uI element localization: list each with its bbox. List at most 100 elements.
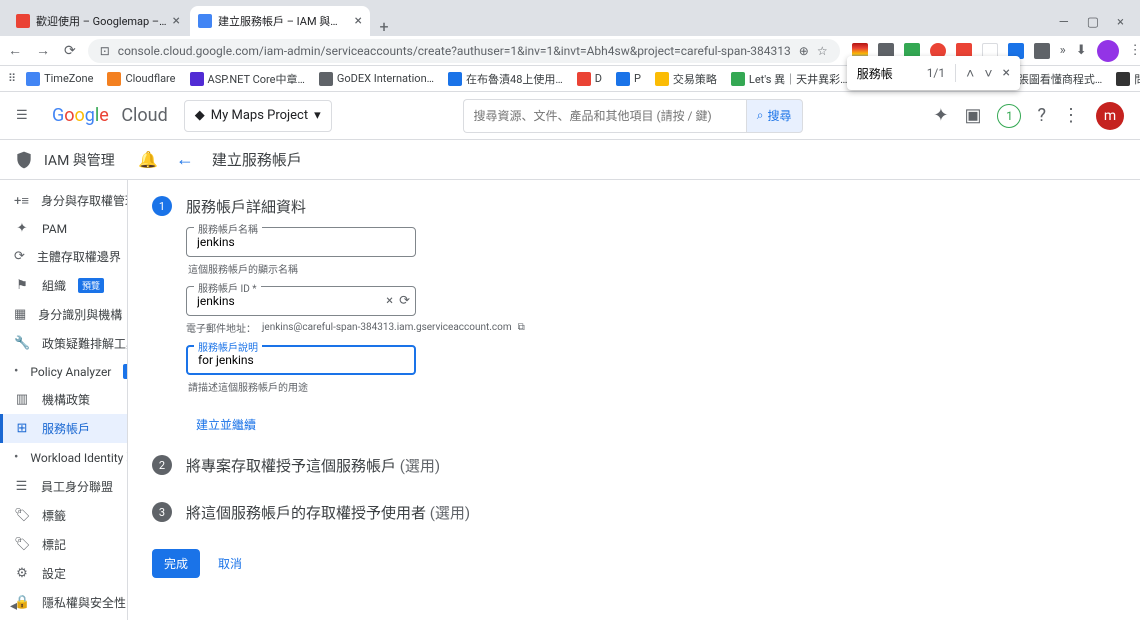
step-number-3: 3	[152, 502, 172, 522]
collapse-sidebar-icon[interactable]: ◂	[10, 598, 17, 614]
sidebar-item[interactable]: ⚙ 設定	[0, 559, 127, 588]
menu-icon[interactable]: ⋮	[1129, 43, 1140, 58]
clear-icon[interactable]: ×	[386, 294, 393, 309]
nav-label: 機構政策	[42, 391, 90, 408]
nav-label: 組織	[42, 277, 66, 294]
nav-label: 政策疑難排解工具	[42, 335, 128, 352]
bookmark-item[interactable]: 問題 - HackMD	[1112, 69, 1140, 89]
sidebar-item[interactable]: •Workload Identity 聯盟	[0, 443, 127, 472]
nav-icon: ▥	[14, 392, 30, 407]
close-window-icon[interactable]: ×	[1117, 15, 1124, 30]
search-button[interactable]: ⌕ 搜尋	[746, 99, 803, 133]
url-input[interactable]: ⊡ console.cloud.google.com/iam-admin/ser…	[88, 39, 840, 63]
sidebar-item[interactable]: 🔧 政策疑難排解工具	[0, 329, 127, 358]
tab-favicon	[198, 14, 212, 28]
gcp-header: ☰ Google Cloud ◆ My Maps Project ▾ ⌕ 搜尋 …	[0, 92, 1140, 140]
window-controls: — ▢ ×	[1051, 15, 1132, 36]
nav-label: 主體存取權邊界	[37, 248, 121, 265]
notifications-badge[interactable]: 1	[997, 104, 1021, 128]
sidebar-item[interactable]: 🔒隱私權與安全性	[0, 588, 127, 617]
bookmark-item[interactable]: GoDEX Internation…	[315, 70, 438, 88]
gcp-logo[interactable]: Google Cloud	[52, 105, 168, 126]
close-icon[interactable]: ×	[173, 13, 180, 29]
create-and-continue-button[interactable]: 建立並繼續	[186, 410, 266, 439]
sidebar-item[interactable]: ⟳ 主體存取權邊界	[0, 242, 127, 271]
nav-icon: •	[14, 364, 18, 379]
bookmark-item[interactable]: D	[573, 70, 606, 88]
nav-label: 設定	[42, 565, 66, 582]
cancel-button[interactable]: 取消	[210, 549, 250, 578]
translate-icon[interactable]: ⊕	[799, 44, 809, 58]
nav-icon: 🏷	[14, 508, 30, 523]
refresh-icon[interactable]: ⟳	[399, 294, 410, 309]
find-input[interactable]	[857, 66, 917, 80]
find-next-icon[interactable]: ˅	[984, 65, 992, 82]
step2-title[interactable]: 將專案存取權授予這個服務帳戶 (選用)	[186, 455, 1116, 476]
nav-icon: ☰	[14, 479, 29, 494]
bookmark-item[interactable]: Let's 異｜天井異彩…	[727, 69, 852, 89]
nav-label: PAM	[42, 222, 67, 236]
nav-icon: ▦	[14, 307, 26, 322]
nav-icon: ⚙	[14, 566, 30, 581]
sidebar-item[interactable]: +≡ 身分與存取權管理	[0, 186, 127, 215]
nav-icon: +≡	[14, 193, 29, 209]
search-input[interactable]	[463, 99, 746, 133]
sidebar-item[interactable]: ▥ 機構政策	[0, 385, 127, 414]
name-label: 服務帳戶名稱	[194, 221, 262, 236]
sidebar-item[interactable]: ▦身分識別與機構	[0, 300, 127, 329]
sidebar-item[interactable]: 🏷標記	[0, 530, 127, 559]
sidebar-item[interactable]: •Policy Analyzer預覽	[0, 358, 127, 385]
sidebar: +≡ 身分與存取權管理 ✦PAM ⟳ 主體存取權邊界 ⚑組織預覽▦身分識別與機構 🔧 政策疑難…	[0, 180, 128, 620]
step-number-2: 2	[152, 455, 172, 475]
back-icon[interactable]: ←	[8, 42, 22, 59]
account-icon[interactable]	[1097, 40, 1119, 62]
bookmark-item[interactable]: 在布魯漬48上使用…	[444, 69, 567, 89]
download-icon[interactable]: ⬇	[1076, 43, 1087, 58]
apps-icon[interactable]: ⠿	[8, 72, 16, 85]
nav-icon: ⟳	[14, 249, 25, 264]
nav-label: 身分與存取權管理	[41, 192, 128, 209]
back-arrow-icon[interactable]: ←	[176, 149, 194, 170]
step1-title: 服務帳戶詳細資料	[186, 196, 1116, 217]
site-info-icon[interactable]: ⊡	[100, 44, 110, 58]
bookmark-icon[interactable]: ☆	[817, 44, 828, 58]
project-name: My Maps Project	[211, 108, 308, 123]
ext-icon[interactable]	[1034, 43, 1050, 59]
nav-icon: 🔧	[14, 336, 30, 351]
bookmark-item[interactable]: P	[612, 70, 645, 88]
gemini-icon[interactable]: ✦	[933, 105, 948, 126]
browser-tab-1[interactable]: 建立服務帳戶 – IAM 與管理 – … ×	[190, 6, 370, 36]
browser-tab-0[interactable]: 歡迎使用 – Googlemap – Goo… ×	[8, 6, 188, 36]
nav-menu-icon[interactable]: ☰	[16, 108, 36, 123]
close-icon[interactable]: ×	[355, 13, 362, 29]
avatar[interactable]: m	[1096, 102, 1124, 130]
sidebar-item[interactable]: ☰員工身分聯盟	[0, 472, 127, 501]
main-content: 1 服務帳戶詳細資料 服務帳戶名稱 這個服務帳戶的顯示名稱 服務帳戶 ID * …	[128, 180, 1140, 620]
cloud-shell-icon[interactable]: ▣	[964, 105, 981, 126]
bookmark-item[interactable]: Cloudflare	[103, 70, 179, 88]
sidebar-item[interactable]: 🏷標籤	[0, 501, 127, 530]
copy-icon[interactable]: ⧉	[518, 322, 525, 333]
bell-icon[interactable]: 🔔	[138, 150, 158, 169]
help-icon[interactable]: ?	[1037, 105, 1046, 126]
extensions-menu-icon[interactable]: »	[1060, 43, 1066, 58]
forward-icon[interactable]: →	[36, 42, 50, 59]
minimize-icon[interactable]: —	[1059, 15, 1069, 30]
bookmark-item[interactable]: 交易策略	[651, 69, 721, 89]
project-selector[interactable]: ◆ My Maps Project ▾	[184, 100, 332, 132]
sidebar-item[interactable]: ✦PAM	[0, 215, 127, 242]
more-icon[interactable]: ⋮	[1062, 105, 1080, 126]
bookmark-item[interactable]: ASP.NET Core中章…	[186, 69, 309, 89]
done-button[interactable]: 完成	[152, 549, 200, 578]
bookmark-item[interactable]: TimeZone	[22, 70, 97, 88]
step3-title[interactable]: 將這個服務帳戶的存取權授予使用者 (選用)	[186, 502, 1116, 523]
sidebar-item[interactable]: ⊞服務帳戶	[0, 414, 127, 443]
find-prev-icon[interactable]: ˄	[966, 65, 974, 82]
maximize-icon[interactable]: ▢	[1087, 15, 1099, 30]
nav-icon: •	[14, 450, 18, 465]
new-tab-button[interactable]: +	[372, 17, 396, 36]
sidebar-item[interactable]: ⚑組織預覽	[0, 271, 127, 300]
step-number-1: 1	[152, 196, 172, 216]
find-close-icon[interactable]: ×	[1003, 65, 1010, 81]
reload-icon[interactable]: ⟳	[64, 43, 76, 59]
